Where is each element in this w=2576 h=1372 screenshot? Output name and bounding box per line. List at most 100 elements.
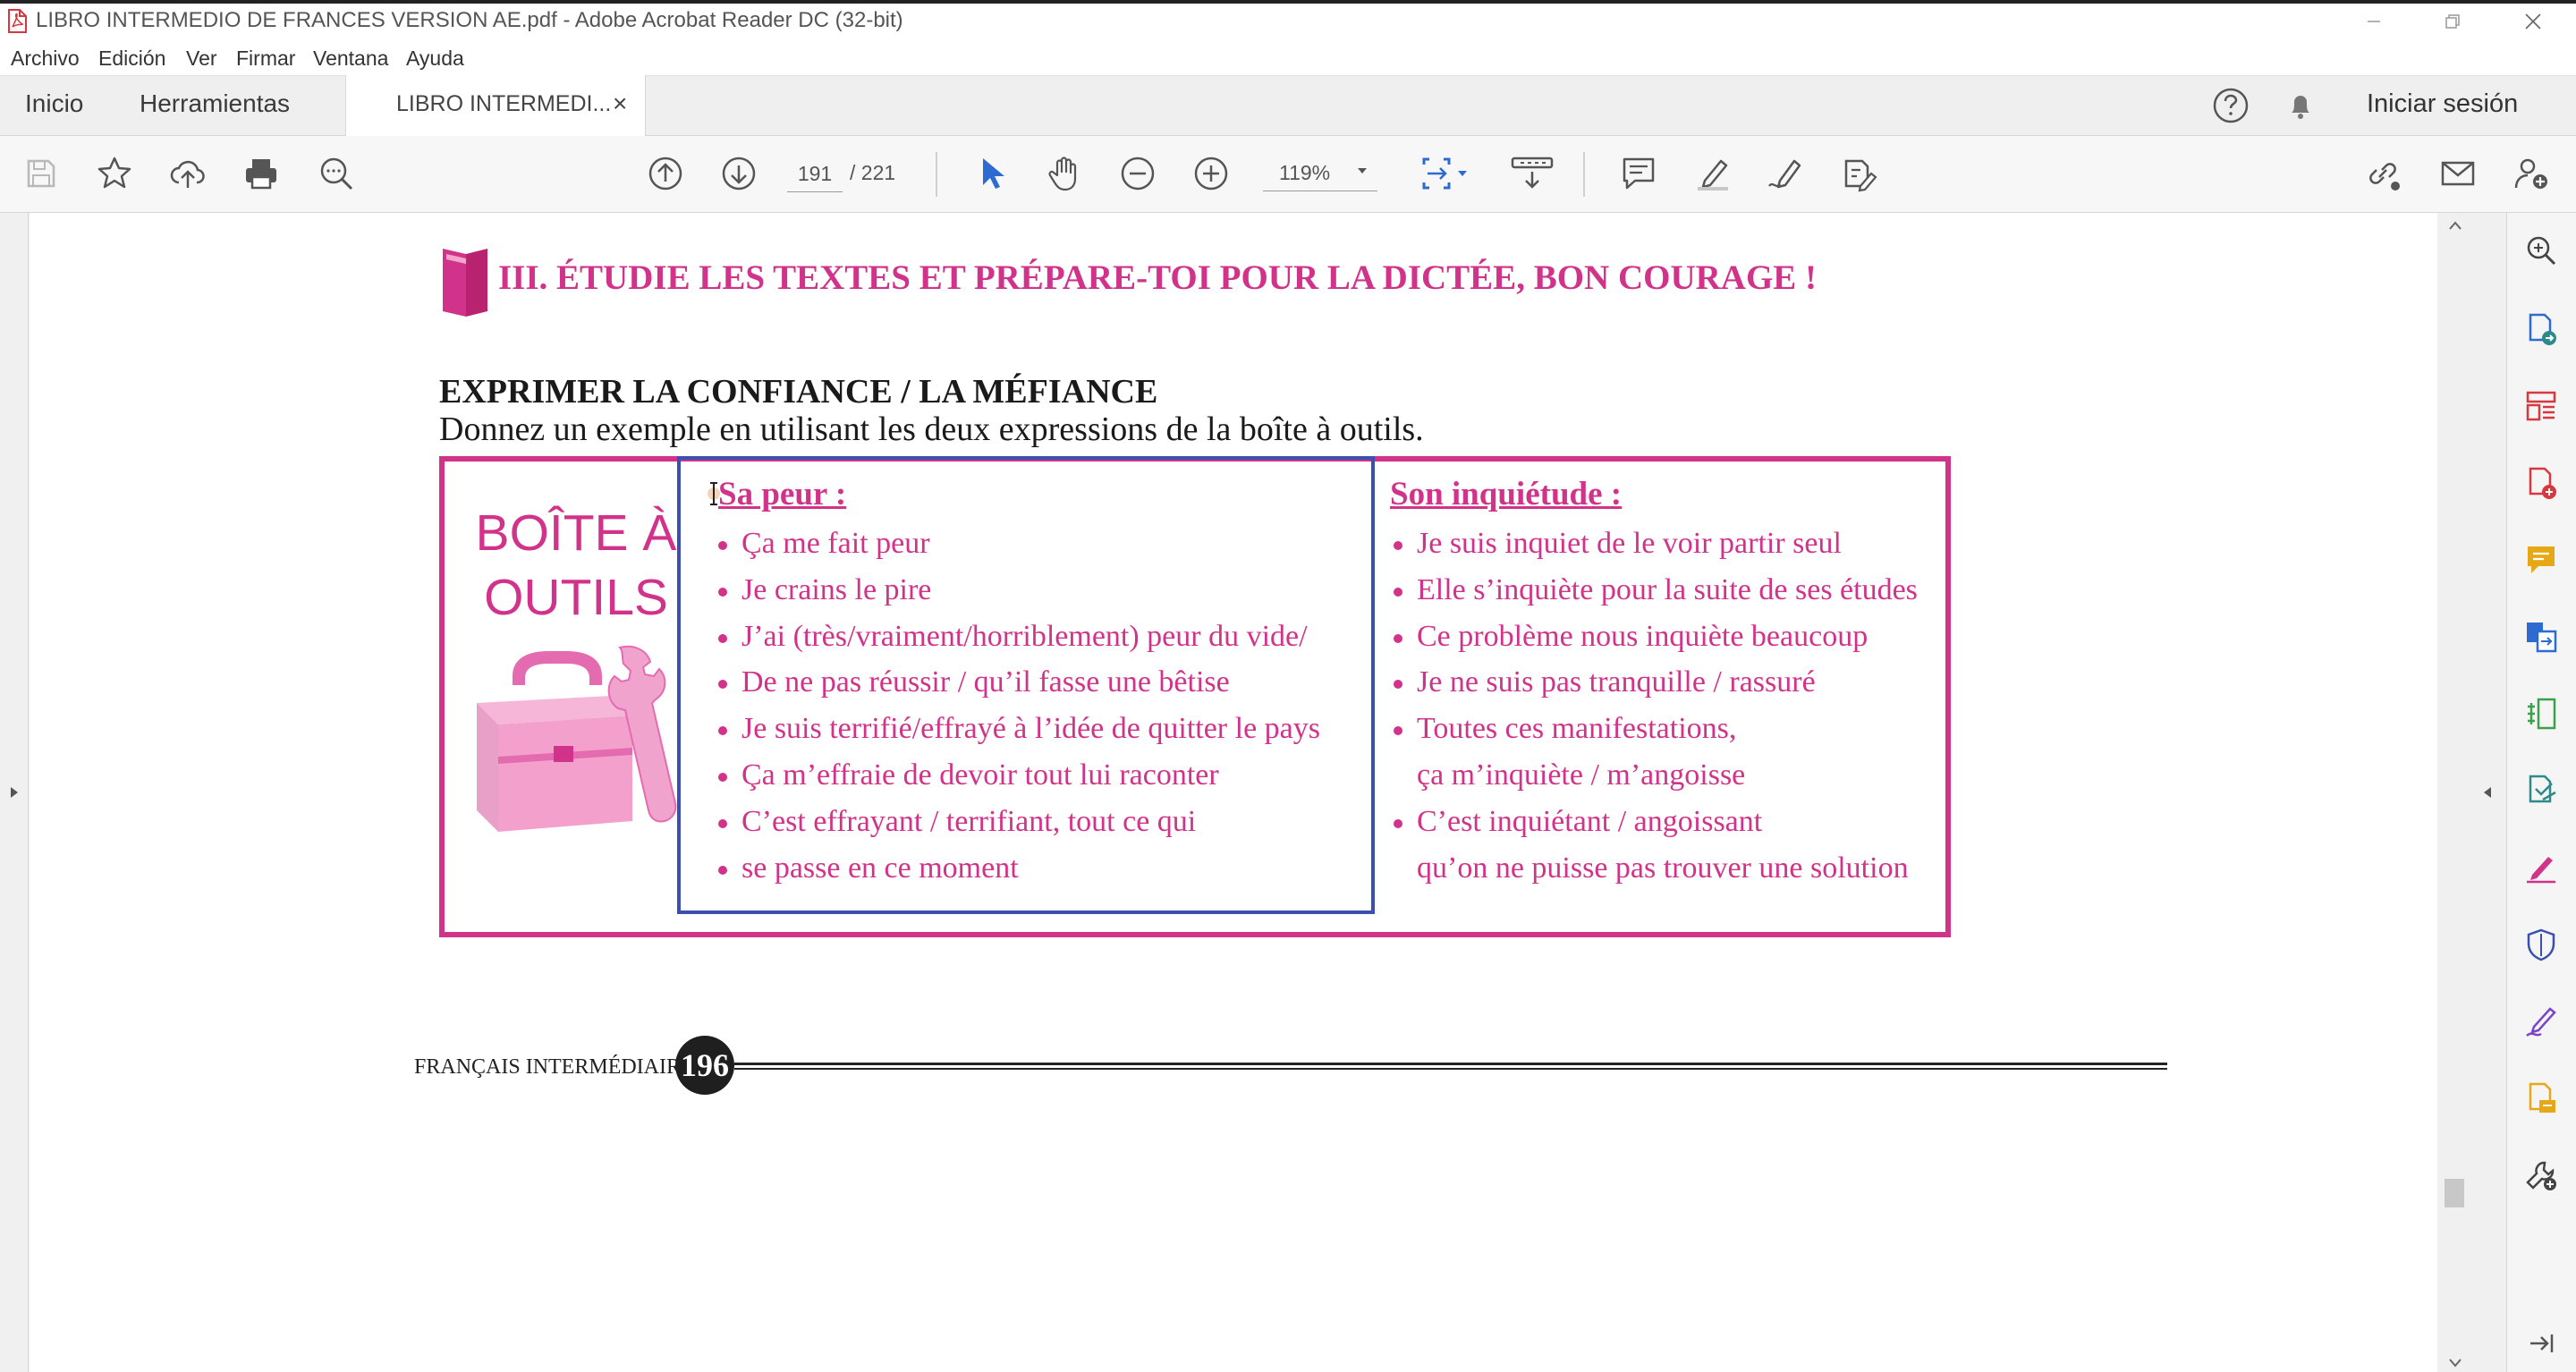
bullet-icon [1394,541,1402,550]
list-item: C’est effrayant / terrifiant, tout ce qu… [718,799,1320,845]
bullet-icon [718,865,727,875]
acrobat-pdf-icon [5,9,29,34]
previous-page-icon[interactable] [644,152,687,195]
page-number-input[interactable] [787,156,843,192]
list-item: Je crains le pire [718,567,1320,614]
section-title: III. ÉTUDIE LES TEXTES ET PRÉPARE-TOI PO… [498,258,1818,297]
bullet-icon [1394,587,1402,597]
list-item: Toutes ces manifestations, [1394,706,1918,752]
menu-ayuda[interactable]: Ayuda [406,47,464,71]
list-item: Ça me fait peur [718,521,1320,567]
menu-ver[interactable]: Ver [186,47,217,71]
scroll-up-icon[interactable] [2448,220,2462,231]
highlight-icon[interactable] [1690,152,1733,195]
zoom-in-icon[interactable] [1190,152,1233,195]
hand-icon[interactable] [1043,152,1086,195]
zoom-dropdown[interactable]: 119% [1263,154,1377,191]
column-heading-fear: Sa peur : [718,476,847,512]
close-tab-button[interactable]: × [613,89,627,118]
next-page-icon[interactable] [717,152,760,195]
minimize-button[interactable] [2352,5,2395,38]
tab-tools[interactable]: Herramientas [140,89,290,118]
tab-home[interactable]: Inicio [25,89,83,118]
edit-text-icon[interactable] [1837,152,1880,195]
tab-document[interactable]: LIBRO INTERMEDI... × [345,75,646,136]
list-item: Elle s’inquiète pour la suite de ses étu… [1394,567,1918,614]
notifications-bell-icon[interactable] [2279,84,2322,127]
zoom-icon[interactable] [2520,229,2563,272]
combine-files-icon[interactable] [2520,615,2563,658]
list-item: Ça m’effraie de devoir tout lui raconter [718,752,1320,799]
compress-icon[interactable] [2520,692,2563,735]
restore-button[interactable] [2431,5,2474,38]
menu-ventana[interactable]: Ventana [313,47,388,71]
collapse-right-panel-icon[interactable] [2482,785,2493,800]
comment-icon[interactable] [1617,152,1660,195]
draw-icon[interactable] [1764,152,1807,195]
toolbox-label-line2: OUTILS [484,569,668,626]
sign-icon[interactable] [2520,1000,2563,1043]
save-icon[interactable] [20,152,63,195]
menu-firmar[interactable]: Firmar [236,47,295,71]
menu-edicion[interactable]: Edición [98,47,165,71]
collapse-tools-pane-icon[interactable] [2520,1322,2563,1365]
zoom-out-icon[interactable] [1116,152,1159,195]
expand-left-panel-icon[interactable] [9,785,20,800]
export-pdf-icon[interactable] [2520,308,2563,351]
list-item: C’est inquiétant / angoissant [1394,799,1918,845]
list-item: Je ne suis pas tranquille / rassuré [1394,659,1918,706]
bullet-icon [718,772,727,782]
print-icon[interactable] [240,152,283,195]
comment-tool-icon[interactable] [2520,538,2563,581]
toolbar-separator [1583,152,1585,197]
upload-cloud-icon[interactable] [166,152,209,195]
bullet-icon [718,818,727,828]
protect-icon[interactable] [2520,923,2563,966]
book-icon [437,245,493,318]
toolbox-label: BOÎTE À OUTILS [450,501,702,630]
send-for-review-icon[interactable] [2520,769,2563,812]
list-item: Je suis inquiet de le voir partir seul [1394,521,1918,567]
zoom-value: 119% [1279,161,1331,184]
chevron-down-icon [1356,166,1368,175]
column-heading-worry: Son inquiétude : [1390,476,1623,512]
scrollbar-thumb[interactable] [2445,1179,2464,1207]
worry-expressions-list: Je suis inquiet de le voir partir seul E… [1394,521,1918,891]
toolbox-wrench-icon [468,640,691,855]
list-item: J’ai (très/vraiment/horriblement) peur d… [718,614,1320,660]
find-icon[interactable] [315,152,358,195]
right-panel-toggle-strip [2471,213,2507,1372]
scroll-down-icon[interactable] [2448,1358,2462,1368]
help-icon[interactable] [2209,84,2252,127]
page-number-badge: 196 [675,1036,734,1095]
create-pdf-icon[interactable] [2520,462,2563,504]
menu-archivo[interactable]: Archivo [11,47,80,71]
share-link-icon[interactable] [2361,152,2404,195]
toolbar-separator [936,152,937,197]
fit-page-icon[interactable] [1417,152,1470,195]
list-item: Je suis terrifié/effrayé à l’idée de qui… [718,706,1320,752]
bookmark-star-icon[interactable] [93,152,136,195]
tab-document-label: LIBRO INTERMEDI... [396,91,612,116]
fill-sign-icon[interactable] [2520,846,2563,889]
list-item: Ce problème nous inquiète beaucoup [1394,614,1918,660]
organize-pages-icon[interactable] [2520,385,2563,428]
page-total: / 221 [850,161,896,184]
bullet-icon [1394,818,1402,828]
select-arrow-icon[interactable] [970,152,1013,195]
subsection-title: EXPRIMER LA CONFIANCE / LA MÉFIANCE [439,373,1158,411]
left-panel-toggle-strip [0,213,29,1372]
scroll-mode-icon[interactable] [1508,152,1556,195]
email-icon[interactable] [2436,152,2479,195]
stamp-icon[interactable] [2520,1077,2563,1120]
window-title: LIBRO INTERMEDIO DE FRANCES VERSION AE.p… [36,8,903,32]
vertical-scrollbar[interactable] [2437,213,2471,1372]
list-item: se passe en ce moment [718,845,1320,892]
sign-in-button[interactable]: Iniciar sesión [2367,89,2518,119]
add-user-icon[interactable] [2510,152,2553,195]
pdf-page: III. ÉTUDIE LES TEXTES ET PRÉPARE-TOI PO… [30,213,2437,1372]
more-tools-icon[interactable] [2520,1154,2563,1197]
footer-book-title: FRANÇAIS INTERMÉDIAIRE [414,1055,694,1079]
toolbox-label-line1: BOÎTE À [475,504,677,562]
close-window-button[interactable] [2512,5,2555,38]
